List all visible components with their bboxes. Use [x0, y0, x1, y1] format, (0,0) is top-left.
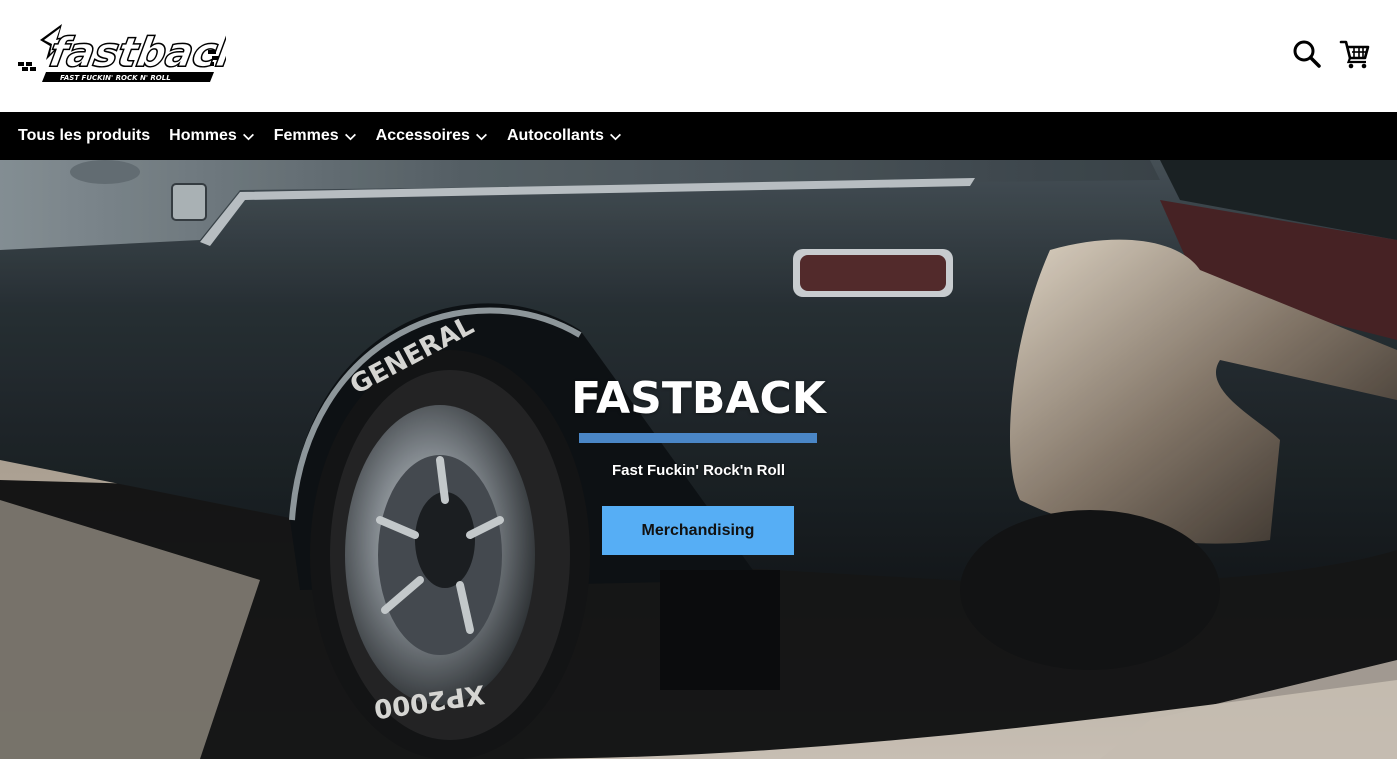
search-icon: [1293, 40, 1321, 68]
cart-icon: [1339, 40, 1370, 69]
svg-text:fastback: fastback: [46, 29, 226, 76]
nav-item-label: Hommes: [169, 127, 237, 144]
nav-item-tous-les-produits[interactable]: Tous les produits: [18, 127, 150, 145]
nav-item-label: Autocollants: [506, 127, 604, 144]
fastback-logo[interactable]: fastback fastback FAST FUCKIN' ROCK N' R…: [18, 20, 226, 92]
logo-graphic: fastback fastback FAST FUCKIN' ROCK N' R…: [18, 24, 226, 82]
chevron-down-icon: [475, 133, 487, 140]
search-button[interactable]: [1289, 36, 1325, 72]
chevron-down-icon: [609, 133, 621, 140]
chevron-down-icon: [344, 133, 356, 140]
nav-item-femmes[interactable]: Femmes: [274, 127, 357, 145]
chevron-down-icon: [242, 133, 254, 140]
header-actions: [1289, 36, 1373, 72]
nav-item-label: Accessoires: [375, 127, 470, 144]
nav-item-label: Femmes: [273, 127, 339, 144]
hero-content: FASTBACK Fast Fuckin' Rock'n Roll Mercha…: [0, 160, 1397, 759]
hero-title-underline: [579, 433, 817, 443]
main-navigation: Tous les produits Hommes Femmes Accessoi…: [0, 112, 1397, 160]
nav-item-autocollants[interactable]: Autocollants: [507, 127, 622, 145]
cart-button[interactable]: [1337, 36, 1373, 72]
svg-text:FAST FUCKIN' ROCK N' ROLL: FAST FUCKIN' ROCK N' ROLL: [60, 74, 171, 82]
nav-item-hommes[interactable]: Hommes: [169, 127, 255, 145]
site-header: fastback fastback FAST FUCKIN' ROCK N' R…: [0, 0, 1397, 112]
nav-item-accessoires[interactable]: Accessoires: [376, 127, 488, 145]
merchandising-button[interactable]: Merchandising: [602, 506, 794, 555]
hero-subtitle: Fast Fuckin' Rock'n Roll: [612, 462, 785, 479]
hero-title: FASTBACK: [571, 373, 826, 424]
hero-banner: GENERAL XP2000 FASTBACK Fast Fuckin' Roc…: [0, 160, 1397, 759]
nav-item-label: Tous les produits: [18, 127, 151, 144]
